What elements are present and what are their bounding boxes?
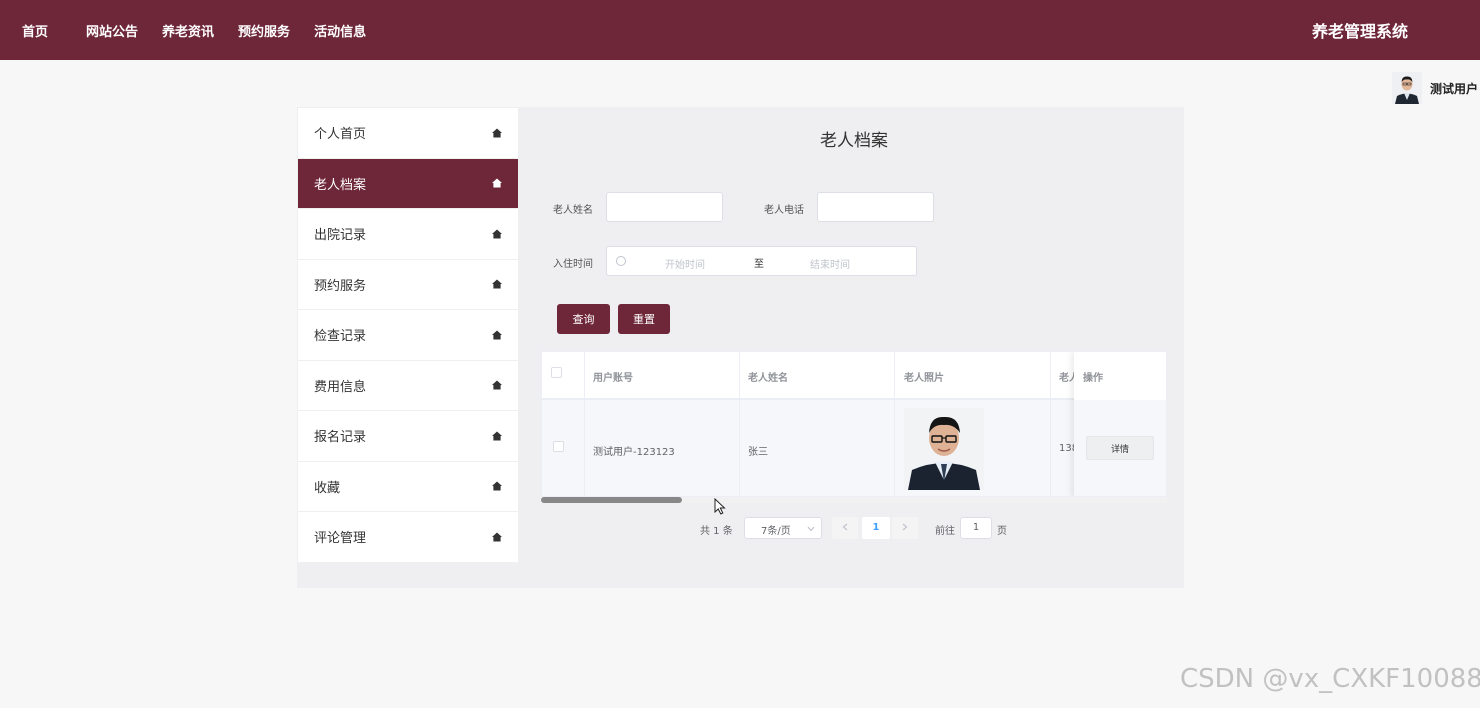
start-date-placeholder[interactable]: 开始时间 bbox=[665, 256, 705, 271]
cell-account: 测试用户-123123 bbox=[593, 447, 675, 458]
clock-icon bbox=[616, 256, 626, 266]
home-icon bbox=[492, 431, 502, 441]
scrollbar-thumb[interactable] bbox=[541, 497, 682, 503]
select-all-checkbox[interactable] bbox=[551, 367, 562, 378]
column-header-photo: 老人照片 bbox=[904, 373, 944, 384]
chevron-down-icon bbox=[807, 526, 815, 532]
nav-home[interactable]: 首页 bbox=[22, 21, 48, 40]
sidebar-item-label: 出院记录 bbox=[314, 228, 367, 244]
elder-phone-label: 老人电话 bbox=[764, 205, 804, 216]
user-profile[interactable]: 测试用户 bbox=[1392, 72, 1478, 104]
sidebar-item-checkup-records[interactable]: 检查记录 bbox=[298, 310, 518, 361]
nav-announcements[interactable]: 网站公告 bbox=[86, 21, 138, 40]
elder-records-table: 用户账号 老人姓名 老人照片 老人 测试用户-123123 张三 138 操作 … bbox=[541, 351, 1167, 497]
avatar bbox=[1392, 72, 1422, 104]
sidebar-item-label: 费用信息 bbox=[314, 379, 367, 395]
home-icon bbox=[492, 279, 502, 289]
column-divider bbox=[584, 352, 585, 496]
column-header-name: 老人姓名 bbox=[748, 373, 788, 384]
home-icon bbox=[492, 229, 502, 239]
sidebar-menu: 个人首页 老人档案 出院记录 预约服务 检查记录 费用信息 报名记录 收藏 评论… bbox=[298, 108, 518, 563]
sidebar-item-comment-management[interactable]: 评论管理 bbox=[298, 512, 518, 563]
home-icon bbox=[492, 380, 502, 390]
nav-booking-service[interactable]: 预约服务 bbox=[238, 21, 290, 40]
detail-button[interactable]: 详情 bbox=[1086, 436, 1154, 460]
row-checkbox[interactable] bbox=[553, 441, 564, 452]
sidebar-item-label: 收藏 bbox=[314, 480, 341, 496]
nav-eldercare-news[interactable]: 养老资讯 bbox=[162, 21, 214, 40]
sidebar-item-favorites[interactable]: 收藏 bbox=[298, 462, 518, 512]
end-date-placeholder[interactable]: 结束时间 bbox=[810, 256, 850, 271]
home-icon bbox=[492, 178, 502, 188]
column-divider bbox=[894, 352, 895, 496]
column-divider bbox=[739, 352, 740, 496]
current-page-number[interactable]: 1 bbox=[862, 517, 890, 539]
checkin-time-label: 入住时间 bbox=[553, 259, 593, 270]
home-icon bbox=[492, 330, 502, 340]
goto-page-input[interactable]: 1 bbox=[960, 517, 992, 539]
main-nav: 首页 网站公告 养老资讯 预约服务 活动信息 bbox=[22, 0, 390, 60]
prev-page-button[interactable] bbox=[832, 517, 858, 539]
page-title: 老人档案 bbox=[820, 131, 888, 151]
chevron-right-icon bbox=[902, 523, 908, 531]
cell-elder-name: 张三 bbox=[748, 447, 768, 458]
sidebar-item-label: 老人档案 bbox=[314, 177, 367, 193]
goto-label: 前往 bbox=[935, 526, 955, 537]
page-suffix: 页 bbox=[997, 526, 1007, 537]
chevron-left-icon bbox=[842, 523, 848, 531]
page-size-select[interactable]: 7条/页 bbox=[744, 517, 822, 539]
sidebar-item-label: 检查记录 bbox=[314, 329, 367, 345]
watermark: CSDN @vx_CXKF10088 bbox=[1180, 664, 1480, 694]
sidebar-item-discharge-records[interactable]: 出院记录 bbox=[298, 209, 518, 260]
checkin-date-range[interactable]: 开始时间 至 结束时间 bbox=[606, 246, 917, 276]
mouse-cursor-icon bbox=[714, 498, 726, 515]
reset-button[interactable]: 重置 bbox=[618, 304, 670, 334]
elder-name-label: 老人姓名 bbox=[553, 205, 593, 216]
nav-activity-info[interactable]: 活动信息 bbox=[314, 21, 366, 40]
pagination-total: 共 1 条 bbox=[700, 526, 733, 537]
range-separator: 至 bbox=[754, 259, 764, 270]
sidebar-item-label: 个人首页 bbox=[314, 127, 367, 143]
sidebar-item-label: 报名记录 bbox=[314, 430, 367, 446]
sidebar-item-profile-home[interactable]: 个人首页 bbox=[298, 108, 518, 159]
column-divider bbox=[1050, 352, 1051, 496]
fixed-actions-column: 操作 详情 bbox=[1074, 352, 1166, 496]
home-icon bbox=[492, 128, 502, 138]
page-size-value: 7条/页 bbox=[761, 526, 791, 537]
elder-phone-input[interactable] bbox=[817, 192, 934, 222]
column-header-actions: 操作 bbox=[1083, 373, 1103, 384]
elder-name-input[interactable] bbox=[606, 192, 723, 222]
table-horizontal-scrollbar[interactable] bbox=[541, 497, 1167, 503]
sidebar-item-label: 评论管理 bbox=[314, 531, 367, 547]
sidebar-item-signup-records[interactable]: 报名记录 bbox=[298, 411, 518, 462]
column-header-account: 用户账号 bbox=[593, 373, 633, 384]
site-brand-title: 养老管理系统 bbox=[1311, 22, 1408, 41]
home-icon bbox=[492, 532, 502, 542]
top-navbar: 首页 网站公告 养老资讯 预约服务 活动信息 养老管理系统 bbox=[0, 0, 1480, 60]
search-button[interactable]: 查询 bbox=[557, 304, 610, 334]
sidebar-item-fee-info[interactable]: 费用信息 bbox=[298, 361, 518, 411]
user-name: 测试用户 bbox=[1430, 81, 1479, 96]
home-icon bbox=[492, 481, 502, 491]
next-page-button[interactable] bbox=[892, 517, 918, 539]
sidebar-item-elder-records[interactable]: 老人档案 bbox=[298, 158, 518, 209]
sidebar-item-booking-service[interactable]: 预约服务 bbox=[298, 260, 518, 310]
elder-photo bbox=[904, 408, 984, 490]
sidebar-item-label: 预约服务 bbox=[314, 278, 367, 294]
